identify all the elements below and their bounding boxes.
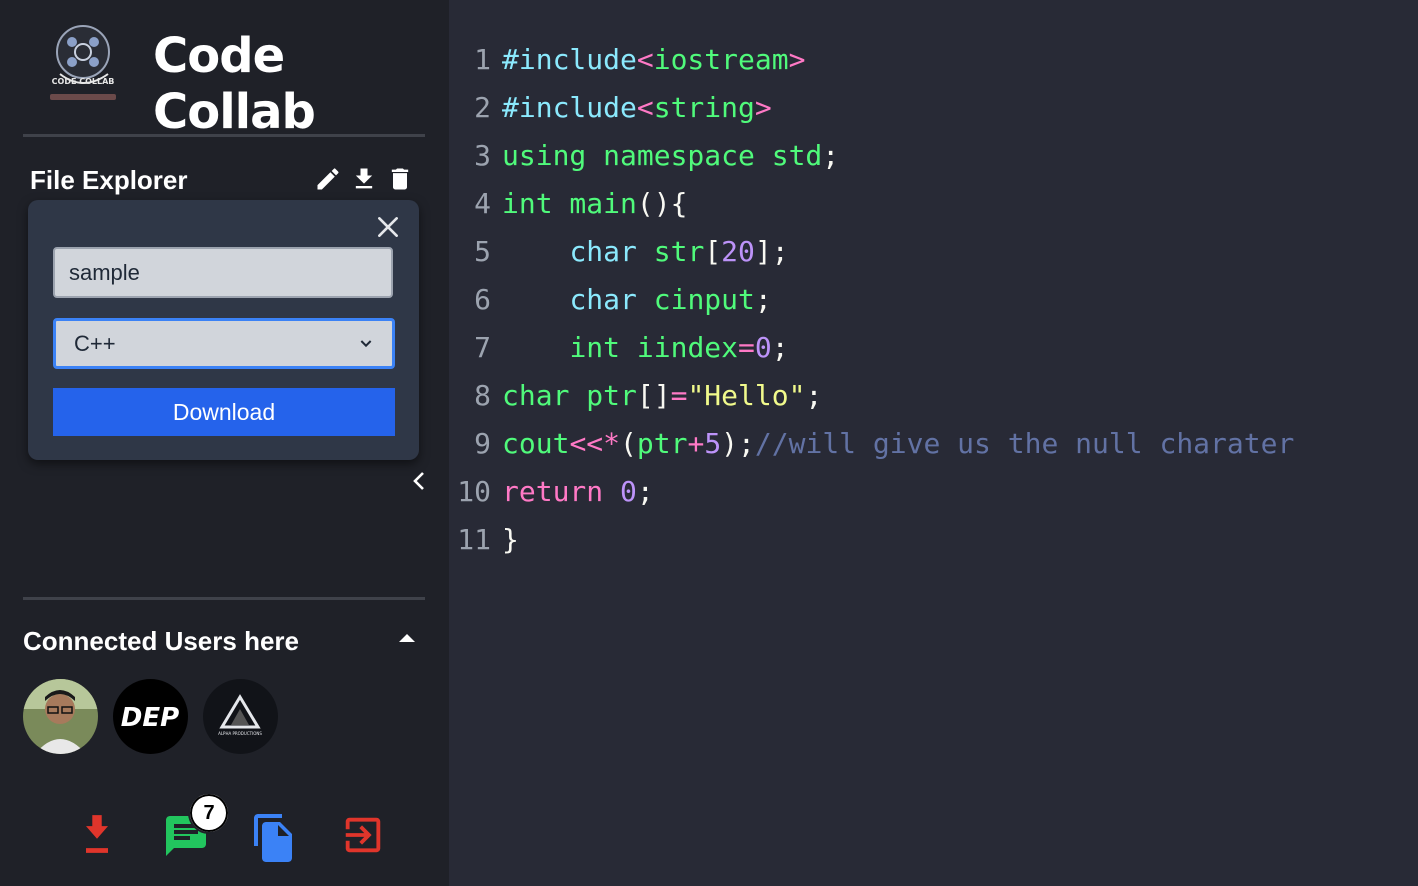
pencil-icon[interactable]	[314, 165, 342, 193]
divider	[23, 134, 425, 137]
filename-input[interactable]	[53, 247, 393, 298]
divider	[23, 597, 425, 600]
file-explorer-title: File Explorer	[30, 165, 188, 195]
app-root: CODE COLLAB Code Collab File Explorer sa…	[0, 0, 1418, 886]
dep-avatar-label: DEP	[121, 703, 179, 733]
user-avatar[interactable]: ALPHA PRODUCTIONS	[203, 679, 278, 754]
close-icon[interactable]	[375, 214, 401, 245]
code-line: 2 #include<string>	[449, 84, 1294, 132]
line-number: 10	[457, 475, 491, 508]
code-editor[interactable]: 1 #include<iostream> 2 #include<string> 3u…	[449, 0, 1418, 886]
user-avatar[interactable]: DEP	[113, 679, 188, 754]
code-line: 7 int iindex=0;	[449, 324, 1294, 372]
download-icon[interactable]	[78, 812, 116, 861]
file-explorer-actions	[314, 165, 414, 193]
line-number: 1	[474, 43, 491, 76]
trash-icon[interactable]	[386, 165, 414, 193]
chevron-down-icon	[358, 331, 374, 357]
new-file-popup: C++ Download	[28, 200, 419, 460]
connected-users-list: DEP ALPHA PRODUCTIONS	[23, 679, 278, 754]
code-line: 6 char cinput;	[449, 276, 1294, 324]
line-number: 2	[474, 91, 491, 124]
code-line: 11}	[449, 516, 1294, 564]
sidebar: CODE COLLAB Code Collab File Explorer sa…	[0, 0, 449, 886]
code-line: 4 int main(){	[449, 180, 1294, 228]
download-button[interactable]: Download	[53, 388, 395, 436]
code-line: 3 using namespace std;	[449, 132, 1294, 180]
connected-users-title: Connected Users here	[23, 626, 299, 656]
code-line: 1 #include<iostream>	[449, 36, 1294, 84]
line-number: 3	[474, 139, 491, 172]
code-line: 9 cout<<*(ptr+5);//will give us the null …	[449, 420, 1294, 468]
line-number: 5	[474, 235, 491, 268]
download-icon[interactable]	[350, 165, 378, 193]
code-line: 8 char ptr[]="Hello";	[449, 372, 1294, 420]
exit-icon[interactable]	[340, 812, 386, 863]
code-area[interactable]: 1 #include<iostream> 2 #include<string> 3u…	[449, 36, 1294, 564]
line-number: 7	[474, 331, 491, 364]
caret-up-icon[interactable]	[399, 634, 415, 642]
line-number: 11	[457, 523, 491, 556]
line-number: 8	[474, 379, 491, 412]
language-select[interactable]: C++	[53, 318, 395, 369]
copy-icon[interactable]	[250, 812, 298, 867]
alpha-avatar-label: ALPHA PRODUCTIONS	[218, 731, 262, 736]
line-number: 9	[474, 427, 491, 460]
chat-count-badge: 7	[188, 792, 230, 834]
line-number: 4	[474, 187, 491, 220]
app-title: Code Collab	[153, 28, 316, 140]
user-avatar[interactable]	[23, 679, 98, 754]
code-line: 5 char str[20];	[449, 228, 1294, 276]
app-logo: CODE COLLAB	[46, 22, 120, 102]
logo-text: CODE COLLAB	[52, 77, 115, 86]
code-line: 10 return 0;	[449, 468, 1294, 516]
chevron-left-icon[interactable]	[410, 470, 428, 497]
language-select-value: C++	[74, 330, 116, 356]
line-number: 6	[474, 283, 491, 316]
